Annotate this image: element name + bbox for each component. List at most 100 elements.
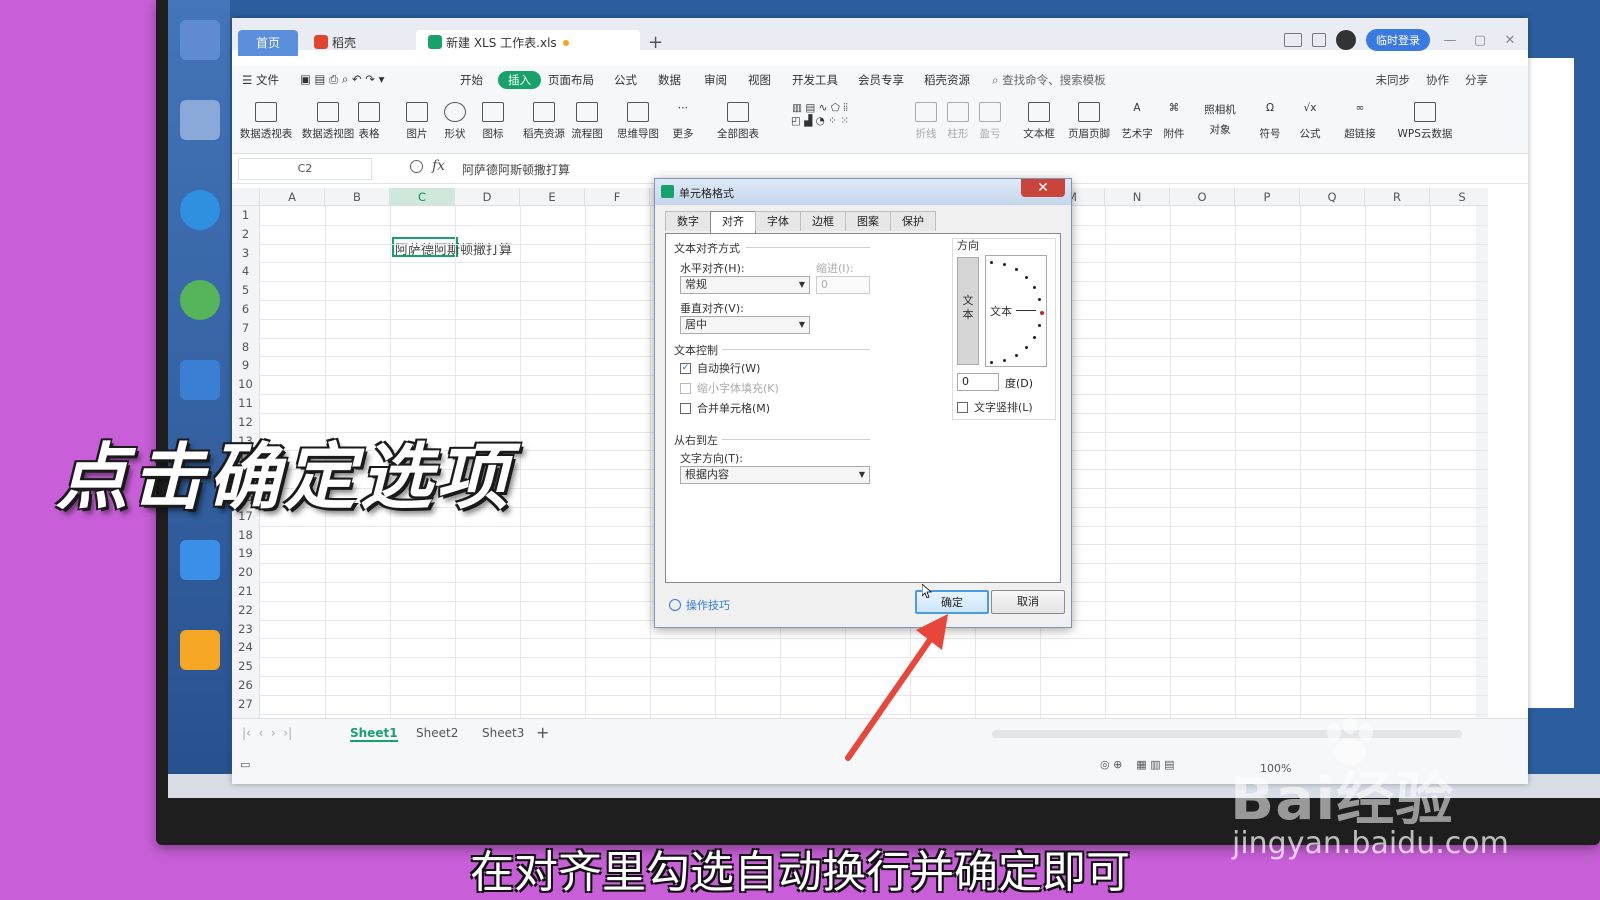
row-header[interactable]: 2 bbox=[232, 224, 260, 244]
row-header[interactable]: 22 bbox=[232, 600, 260, 620]
row-header[interactable]: 18 bbox=[232, 525, 260, 545]
macro-icon[interactable]: ▭ bbox=[240, 758, 250, 771]
browser-icon[interactable] bbox=[180, 190, 220, 230]
menu-page-layout[interactable]: 页面布局 bbox=[548, 72, 594, 88]
shrink-to-fit-checkbox[interactable]: 缩小字体填充(K) bbox=[680, 380, 779, 396]
name-box[interactable]: C2 bbox=[238, 158, 372, 180]
desktop-app-icon[interactable] bbox=[180, 540, 220, 580]
sparkline-winloss-button[interactable]: 盈亏 bbox=[970, 102, 1010, 141]
minimize-icon[interactable]: — bbox=[1440, 33, 1460, 48]
menu-data[interactable]: 数据 bbox=[658, 72, 681, 88]
maximize-icon[interactable]: ▢ bbox=[1470, 33, 1490, 48]
row-header[interactable]: 23 bbox=[232, 619, 260, 639]
zoom-search-icon[interactable] bbox=[410, 160, 423, 173]
equation-button[interactable]: √x 公式 bbox=[1290, 102, 1330, 141]
degrees-stepper[interactable]: 0 bbox=[957, 373, 999, 391]
close-icon[interactable]: ✕ bbox=[1500, 33, 1520, 48]
pivot-table-button[interactable]: 数据透视表 bbox=[234, 102, 298, 141]
row-header[interactable]: 27 bbox=[232, 694, 260, 714]
tab-font[interactable]: 字体 bbox=[755, 211, 801, 231]
row-header[interactable]: 6 bbox=[232, 300, 260, 319]
menu-review[interactable]: 审阅 bbox=[704, 72, 727, 88]
sheet-nav-buttons[interactable]: |‹ ‹ › ›| bbox=[242, 726, 292, 740]
dialog-title-bar[interactable]: 单元格格式 ✕ bbox=[655, 179, 1071, 205]
stacked-text-checkbox[interactable]: 文字竖排(L) bbox=[957, 399, 1033, 415]
select-all-corner[interactable] bbox=[232, 188, 260, 206]
sheet-tab-1[interactable]: Sheet1 bbox=[350, 726, 398, 742]
menu-formula[interactable]: 公式 bbox=[614, 72, 637, 88]
vertical-text-button[interactable]: 文本 bbox=[957, 257, 979, 365]
row-header[interactable]: 1 bbox=[232, 206, 260, 225]
tab-docer[interactable]: 稻壳 bbox=[302, 30, 412, 56]
row-header[interactable]: 26 bbox=[232, 676, 260, 695]
tab-protection[interactable]: 保护 bbox=[890, 211, 936, 231]
menu-developer[interactable]: 开发工具 bbox=[792, 72, 838, 88]
desktop-app-icon[interactable] bbox=[180, 20, 220, 60]
fx-icon[interactable]: fx bbox=[432, 158, 445, 174]
hyperlink-button[interactable]: ∞ 超链接 bbox=[1332, 102, 1388, 141]
wps-cloud-data-button[interactable]: WPS云数据 bbox=[1388, 102, 1462, 141]
command-search[interactable]: ⌕ 查找命令、搜索模板 bbox=[992, 72, 1106, 88]
desktop-app-icon[interactable] bbox=[180, 360, 220, 400]
menu-file[interactable]: ☰ 文件 bbox=[242, 72, 279, 88]
horizontal-scrollbar[interactable] bbox=[992, 730, 1462, 738]
symbol-button[interactable]: Ω 符号 bbox=[1250, 102, 1290, 141]
column-header[interactable]: B bbox=[325, 188, 390, 206]
quick-access-icons[interactable]: ▣ ▤ ⎙ ⌕ ↶ ↷ ▾ bbox=[300, 72, 384, 87]
column-header[interactable]: F bbox=[585, 188, 650, 206]
table-button[interactable]: 表格 bbox=[344, 102, 394, 141]
textbox-button[interactable]: 文本框 bbox=[1012, 102, 1066, 141]
login-button[interactable]: 临时登录 bbox=[1366, 29, 1430, 51]
tab-alignment[interactable]: 对齐 bbox=[710, 211, 756, 233]
row-header[interactable]: 3 bbox=[232, 243, 260, 263]
desktop-app-icon[interactable] bbox=[180, 280, 220, 320]
column-header[interactable]: C bbox=[390, 188, 455, 206]
column-header[interactable]: R bbox=[1365, 188, 1430, 206]
sheet-tab-3[interactable]: Sheet3 bbox=[482, 726, 524, 740]
column-header[interactable]: Q bbox=[1300, 188, 1365, 206]
icon-library-button[interactable]: 图标 bbox=[468, 102, 518, 141]
new-tab-button[interactable]: + bbox=[648, 32, 663, 53]
column-header[interactable]: E bbox=[520, 188, 585, 206]
dialog-close-button[interactable]: ✕ bbox=[1021, 179, 1065, 197]
tab-number[interactable]: 数字 bbox=[665, 211, 711, 231]
desktop-app-icon[interactable] bbox=[180, 100, 220, 140]
attachment-button[interactable]: ⌘ 附件 bbox=[1154, 102, 1194, 141]
tab-home[interactable]: 首页 bbox=[238, 30, 298, 56]
row-header[interactable]: 4 bbox=[232, 262, 260, 282]
header-footer-button[interactable]: 页眉页脚 bbox=[1062, 102, 1116, 141]
orientation-dial[interactable]: 文本 bbox=[985, 255, 1047, 367]
view-mode-icons[interactable]: ◎ ⊕ ▦ ▥ ▤ bbox=[1100, 758, 1174, 771]
row-header[interactable]: 21 bbox=[232, 582, 260, 601]
menu-insert[interactable]: 插入 bbox=[498, 71, 541, 89]
row-header[interactable]: 11 bbox=[232, 394, 260, 413]
share-button[interactable]: 分享 bbox=[1465, 72, 1488, 88]
more-button[interactable]: ⋯ 更多 bbox=[660, 102, 706, 141]
column-header[interactable]: P bbox=[1235, 188, 1300, 206]
row-header[interactable]: 10 bbox=[232, 375, 260, 394]
column-header[interactable]: A bbox=[260, 188, 325, 206]
row-header[interactable]: 19 bbox=[232, 544, 260, 564]
mindmap-button[interactable]: 思维导图 bbox=[608, 102, 668, 141]
avatar[interactable] bbox=[1336, 30, 1356, 50]
object-button[interactable]: 对象 bbox=[1192, 122, 1248, 137]
flowchart-button[interactable]: 流程图 bbox=[562, 102, 612, 141]
menu-member[interactable]: 会员专享 bbox=[858, 72, 904, 88]
layout-icon[interactable] bbox=[1284, 33, 1302, 47]
tab-pattern[interactable]: 图案 bbox=[845, 211, 891, 231]
column-header[interactable]: N bbox=[1105, 188, 1170, 206]
row-header[interactable]: 20 bbox=[232, 563, 260, 582]
apps-grid-icon[interactable] bbox=[1312, 33, 1326, 47]
vertical-align-select[interactable]: 居中 ▼ bbox=[680, 316, 810, 334]
row-header[interactable]: 9 bbox=[232, 356, 260, 376]
merge-cells-checkbox[interactable]: 合并单元格(M) bbox=[680, 400, 770, 416]
sync-button[interactable]: 未同步 bbox=[1376, 72, 1411, 88]
tips-link[interactable]: 操作技巧 bbox=[669, 597, 730, 613]
row-header[interactable]: 7 bbox=[232, 318, 260, 338]
formula-input[interactable]: 阿萨德阿斯顿撒打算 bbox=[462, 161, 570, 178]
row-header[interactable]: 5 bbox=[232, 281, 260, 300]
row-header[interactable]: 8 bbox=[232, 337, 260, 357]
cancel-button[interactable]: 取消 bbox=[991, 590, 1065, 614]
row-header[interactable]: 24 bbox=[232, 638, 260, 658]
chart-type-buttons[interactable]: ▥ ▤ ∿ ⬠ ⦙⦙ ◰ ▟ ◔ ⁘ ⁙ bbox=[760, 102, 880, 146]
